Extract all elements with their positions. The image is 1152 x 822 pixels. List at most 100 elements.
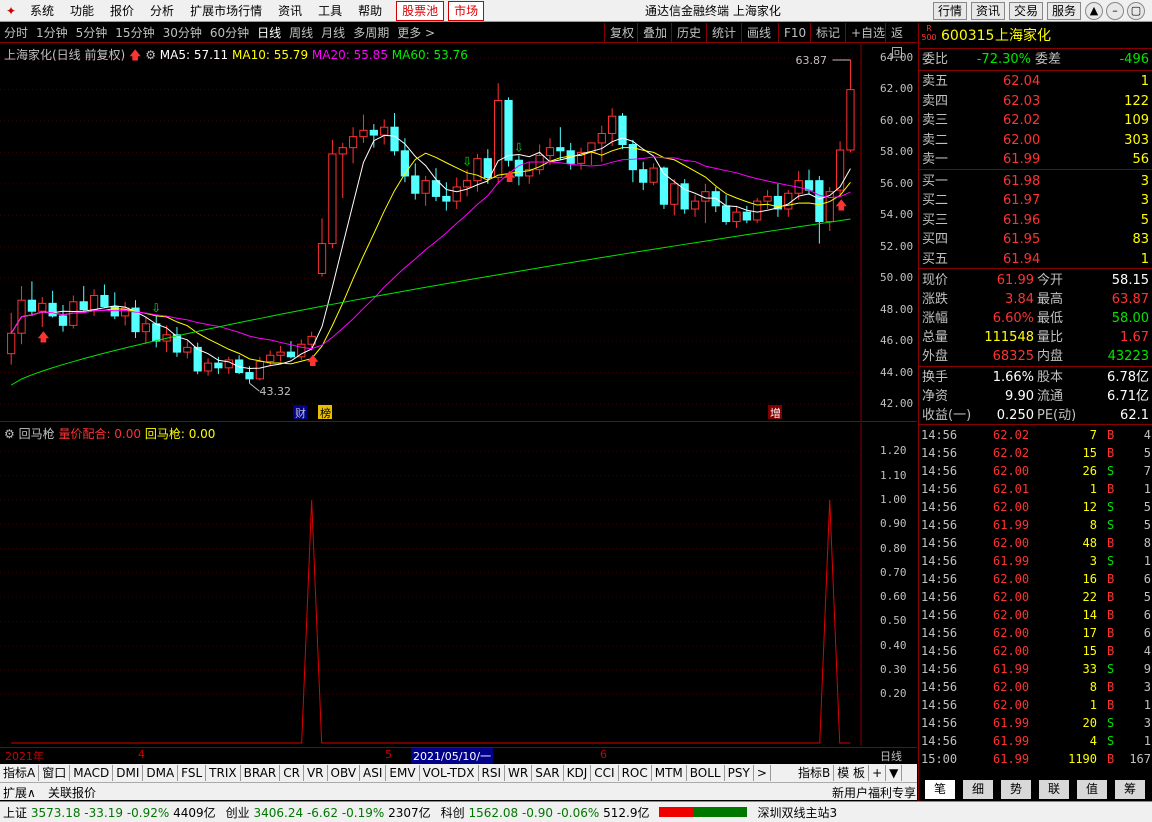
trade-button[interactable]: 交易: [1009, 2, 1044, 20]
indicator-tab-2[interactable]: MACD: [70, 765, 114, 781]
candle[interactable]: [597, 125, 606, 162]
candle[interactable]: [183, 341, 192, 359]
indicator-tab-right-1[interactable]: 模 板: [834, 765, 870, 781]
candle[interactable]: [680, 179, 689, 214]
candle[interactable]: [763, 190, 772, 209]
menu-item-7[interactable]: 帮助: [350, 0, 390, 22]
menu-item-1[interactable]: 功能: [62, 0, 102, 22]
indicator-chart[interactable]: ⚙ 回马枪 量价配合: 0.00 回马枪: 0.00 1.20 1.10 1.00 0…: [0, 423, 917, 746]
quote-tab-4[interactable]: 值: [1077, 780, 1107, 799]
bid-row-4[interactable]: 买五 61.94 1: [919, 250, 1152, 269]
indicator-tab-15[interactable]: WR: [505, 765, 533, 781]
candle[interactable]: [266, 350, 275, 367]
indicator-tab-21[interactable]: BOLL: [687, 765, 725, 781]
toolbar-button-8[interactable]: 返回: [885, 23, 917, 60]
candle[interactable]: [276, 345, 285, 362]
candle[interactable]: [338, 142, 347, 198]
candle[interactable]: [618, 113, 627, 150]
candle[interactable]: [17, 286, 26, 345]
period-tab-6[interactable]: 日线: [253, 24, 285, 41]
indicator-tab-right-0[interactable]: 指标B: [795, 765, 835, 781]
quote-tab-0[interactable]: 笔: [925, 780, 955, 799]
period-tab-1[interactable]: 1分钟: [32, 24, 72, 41]
period-tab-4[interactable]: 30分钟: [159, 24, 206, 41]
candle[interactable]: [286, 341, 296, 359]
ask-row-1[interactable]: 卖四 62.03 122: [919, 92, 1152, 111]
candle[interactable]: [649, 163, 658, 186]
candle[interactable]: [297, 339, 306, 360]
indicator-tab-right-3[interactable]: ▼: [886, 765, 903, 781]
candle[interactable]: [690, 194, 700, 217]
menu-item-5[interactable]: 资讯: [270, 0, 310, 22]
collapse-icon[interactable]: ▲: [1085, 2, 1103, 20]
candle[interactable]: [753, 197, 762, 224]
new-user-promo[interactable]: 新用户福利专享: [832, 784, 916, 801]
candle[interactable]: [380, 119, 389, 145]
indicator-tab-6[interactable]: TRIX: [206, 765, 241, 781]
menu-item-0[interactable]: 系统: [22, 0, 62, 22]
indicator-tab-7[interactable]: BRAR: [241, 765, 281, 781]
toolbar-button-2[interactable]: 历史: [671, 23, 706, 43]
candle[interactable]: [390, 113, 399, 156]
candle[interactable]: [348, 127, 358, 164]
indicator-tab-20[interactable]: MTM: [652, 765, 687, 781]
toolbar-button-5[interactable]: F10: [778, 23, 811, 43]
ask-row-3[interactable]: 卖二 62.00 303: [919, 131, 1152, 150]
quote-tab-1[interactable]: 细: [963, 780, 993, 799]
news-button[interactable]: 资讯: [971, 2, 1006, 20]
candle[interactable]: [670, 179, 679, 216]
candle[interactable]: [79, 286, 88, 312]
ask-row-4[interactable]: 卖一 61.99 56: [919, 150, 1152, 169]
kc-index[interactable]: 科创 1562.08 -0.90 -0.06% 512.9亿: [441, 804, 650, 821]
candle[interactable]: [411, 163, 420, 200]
indicator-tab-9[interactable]: VR: [304, 765, 328, 781]
candle[interactable]: [328, 139, 337, 249]
indicator-tab-17[interactable]: KDJ: [564, 765, 592, 781]
candle[interactable]: [369, 124, 378, 148]
indicator-tab-10[interactable]: OBV: [328, 765, 361, 781]
server-name[interactable]: 深圳双线主站3: [757, 804, 837, 821]
candle[interactable]: [7, 312, 16, 365]
toolbar-button-3[interactable]: 统计: [706, 23, 741, 43]
menu-item-2[interactable]: 报价: [102, 0, 142, 22]
candle[interactable]: [815, 175, 824, 244]
menu-item-4[interactable]: 扩展市场行情: [182, 0, 270, 22]
period-tab-3[interactable]: 15分钟: [111, 24, 158, 41]
indicator-tab-right-2[interactable]: +: [869, 765, 887, 781]
candle[interactable]: [628, 139, 637, 183]
period-tab-8[interactable]: 月线: [317, 24, 349, 41]
expand-button[interactable]: 扩展∧: [3, 784, 36, 801]
indicator-tab-1[interactable]: 窗口: [39, 765, 71, 781]
candle[interactable]: [556, 127, 565, 161]
candle[interactable]: [721, 194, 731, 225]
candle[interactable]: [452, 177, 461, 209]
indicator-tab-22[interactable]: PSY: [725, 765, 754, 781]
menu-item-6[interactable]: 工具: [310, 0, 350, 22]
quote-tab-5[interactable]: 筹: [1115, 780, 1145, 799]
indicator-tab-3[interactable]: DMI: [113, 765, 144, 781]
candle[interactable]: [732, 205, 741, 228]
settings-icon[interactable]: ⚙: [4, 427, 15, 441]
indicator-tab-0[interactable]: 指标A: [0, 765, 40, 781]
bid-row-2[interactable]: 买三 61.96 5: [919, 211, 1152, 230]
toolbar-button-4[interactable]: 画线: [741, 23, 776, 43]
menu-red-item-0[interactable]: 股票池: [396, 0, 445, 21]
event-marker[interactable]: 增: [770, 406, 781, 420]
candle[interactable]: [203, 358, 213, 376]
indicator-tab-19[interactable]: ROC: [619, 765, 652, 781]
candle[interactable]: [152, 315, 161, 348]
bid-row-3[interactable]: 买四 61.95 83: [919, 230, 1152, 249]
candle[interactable]: [400, 138, 410, 183]
period-tab-2[interactable]: 5分钟: [72, 24, 112, 41]
candle[interactable]: [587, 142, 596, 165]
minimize-icon[interactable]: –: [1106, 2, 1124, 20]
candle[interactable]: [525, 161, 534, 184]
candle[interactable]: [141, 317, 151, 345]
candle[interactable]: [701, 183, 710, 224]
period-tab-9[interactable]: 多周期: [349, 24, 393, 41]
menu-item-3[interactable]: 分析: [142, 0, 182, 22]
candle[interactable]: [172, 326, 182, 357]
candle[interactable]: [224, 356, 233, 375]
candle[interactable]: [773, 183, 783, 217]
related-quote-button[interactable]: 关联报价: [48, 784, 96, 801]
